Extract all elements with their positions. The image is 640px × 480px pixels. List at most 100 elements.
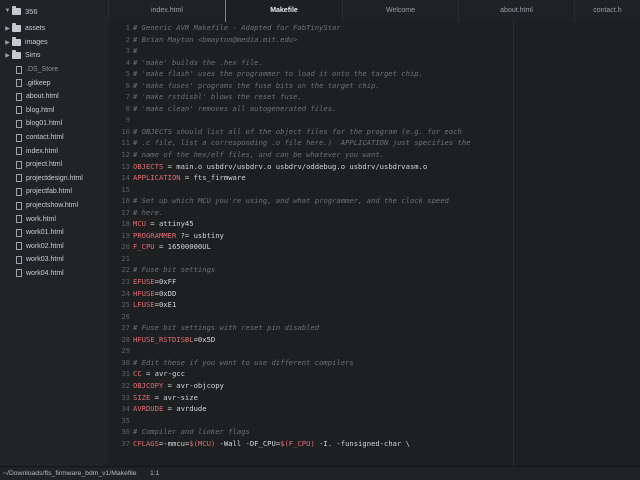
tab-label: Makefile: [270, 7, 298, 14]
code-line[interactable]: # Generic AVR Makefile - Adapted for Fab…: [133, 22, 623, 34]
tab-contact-h[interactable]: contact.h: [574, 0, 640, 22]
file-icon: [16, 255, 22, 264]
tree-file[interactable]: blog.html: [0, 104, 108, 118]
line-number: 2: [125, 34, 130, 44]
tree-file[interactable]: work01.html: [0, 226, 108, 240]
code-line[interactable]: # Set up which MCU you're using, and wha…: [133, 195, 623, 207]
code-line[interactable]: HFUSE_RSTDISBL=0x5D: [133, 334, 623, 346]
code-line[interactable]: # .c file, list a corresponding .o file …: [133, 137, 623, 149]
file-icon: [16, 106, 22, 115]
tree-item-label: about.html: [26, 93, 59, 101]
code-line[interactable]: # Fuse bit settings: [133, 264, 623, 276]
code-line[interactable]: AVRDUDE = avrdude: [133, 403, 623, 415]
code-line[interactable]: CFLAGS=-mmcu=$(MCU) -Wall -DF_CPU=$(F_CP…: [133, 438, 623, 450]
status-file-path[interactable]: ~/Downloads/fts_firmware_bdm_v1/Makefile: [3, 467, 137, 480]
tree-item-label: project.html: [26, 161, 63, 169]
code-line[interactable]: # name of the hex/elf files, and can be …: [133, 149, 623, 161]
code-line[interactable]: # 'make flash' uses the programmer to lo…: [133, 68, 623, 80]
code-line[interactable]: EFUSE=0xFF: [133, 276, 623, 288]
tree-file[interactable]: work.html: [0, 212, 108, 226]
chevron-right-icon[interactable]: ▶: [3, 39, 12, 46]
line-number: 37: [121, 438, 130, 448]
tab-index-html[interactable]: index.html: [108, 0, 225, 22]
code-line[interactable]: MCU = attiny45: [133, 218, 623, 230]
code-line[interactable]: # here.: [133, 207, 623, 219]
file-icon: [16, 174, 22, 183]
code-line[interactable]: OBJECTS = main.o usbdrv/usbdrv.o usbdrv/…: [133, 161, 623, 173]
tree-item-label: projectfab.html: [26, 188, 72, 196]
tree-folder[interactable]: ▶ images: [0, 36, 108, 50]
line-number: 14: [121, 173, 130, 183]
code-line[interactable]: # Brian Mayton <bmayton@media.mit.edu>: [133, 34, 623, 46]
tree-file[interactable]: projectfab.html: [0, 185, 108, 199]
tree-file[interactable]: .gitkeep: [0, 76, 108, 90]
code-line[interactable]: [133, 253, 623, 265]
code-line[interactable]: [133, 311, 623, 323]
tree-file[interactable]: about.html: [0, 90, 108, 104]
tab-about-html[interactable]: about.html: [458, 0, 574, 22]
line-number: 31: [121, 369, 130, 379]
tree-folder[interactable]: ▶ Sims: [0, 49, 108, 63]
code-line[interactable]: # 'make' builds the .hex file.: [133, 57, 623, 69]
tree-file[interactable]: work03.html: [0, 253, 108, 267]
code-line[interactable]: LFUSE=0xE1: [133, 299, 623, 311]
code-line[interactable]: OBJCOPY = avr-objcopy: [133, 380, 623, 392]
tree-item-label: .gitkeep: [26, 79, 51, 87]
code-line[interactable]: [133, 184, 623, 196]
code-line[interactable]: APPLICATION = fts_firmware: [133, 172, 623, 184]
code-line[interactable]: HFUSE=0xDD: [133, 288, 623, 300]
code-editor[interactable]: 1 2 3 4 5 6 7 8 9 10 11 12 13 14 15 16 17 18 19 20 21 22 23 24 2…: [108, 22, 640, 466]
line-number: 27: [121, 323, 130, 333]
line-number: 10: [121, 126, 130, 136]
code-line[interactable]: PROGRAMMER ?= usbtiny: [133, 230, 623, 242]
tree-file[interactable]: projectshow.html: [0, 199, 108, 213]
tree-root-356[interactable]: ▼ 356: [0, 0, 108, 22]
code-line[interactable]: F_CPU = 16500000UL: [133, 241, 623, 253]
tree-file[interactable]: projectdesign.html: [0, 172, 108, 186]
variable-name: SIZE: [133, 392, 151, 402]
status-cursor-position[interactable]: 1:1: [150, 467, 159, 480]
code-line[interactable]: # Compiler and linker flags: [133, 426, 623, 438]
code-line[interactable]: # 'make clean' removes all autogenerated…: [133, 103, 623, 115]
tree-file[interactable]: work02.html: [0, 240, 108, 254]
tab-makefile[interactable]: Makefile: [225, 0, 342, 22]
tree-file[interactable]: .DS_Store: [0, 63, 108, 77]
code-line[interactable]: [133, 345, 623, 357]
variable-name: MCU: [133, 219, 146, 229]
tree-folder[interactable]: ▶ assets: [0, 22, 108, 36]
line-number: 13: [121, 161, 130, 171]
line-number: 4: [125, 57, 130, 67]
line-number-gutter: 1 2 3 4 5 6 7 8 9 10 11 12 13 14 15 16 17 18 19 20 21 22 23 24 2…: [108, 22, 130, 466]
code-line[interactable]: CC = avr-gcc: [133, 368, 623, 380]
code-content[interactable]: # Generic AVR Makefile - Adapted for Fab…: [133, 22, 623, 466]
code-line[interactable]: [133, 415, 623, 427]
tree-file[interactable]: index.html: [0, 144, 108, 158]
code-line[interactable]: SIZE = avr-size: [133, 392, 623, 404]
line-number: 29: [121, 346, 130, 356]
code-line[interactable]: # Fuse bit settings with reset pin disab…: [133, 322, 623, 334]
line-number: 5: [125, 69, 130, 79]
tree-item-label: blog01.html: [26, 120, 63, 128]
variable-name: HFUSE: [133, 288, 155, 298]
code-line[interactable]: # 'make fuses' programs the fuse bits on…: [133, 80, 623, 92]
chevron-right-icon[interactable]: ▶: [3, 25, 12, 32]
code-line[interactable]: # OBJECTS should list all of the object …: [133, 126, 623, 138]
variable-value: = fts_firmware: [180, 173, 246, 183]
variable-value: =0x5D: [193, 334, 216, 344]
code-line[interactable]: #: [133, 45, 623, 57]
tree-file[interactable]: project.html: [0, 158, 108, 172]
variable-value: =0xE1: [154, 300, 177, 310]
chevron-down-icon[interactable]: ▼: [3, 8, 12, 14]
line-number: 26: [121, 311, 130, 321]
line-number: 15: [121, 184, 130, 194]
tab-label: index.html: [151, 7, 183, 14]
line-number: 25: [121, 300, 130, 310]
tree-file[interactable]: work04.html: [0, 267, 108, 281]
code-line[interactable]: # 'make rstdisbl' blows the reset fuse.: [133, 91, 623, 103]
tab-welcome[interactable]: Welcome: [342, 0, 458, 22]
code-line[interactable]: [133, 114, 623, 126]
code-line[interactable]: # Edit these if you want to use differen…: [133, 357, 623, 369]
tree-file[interactable]: blog01.html: [0, 117, 108, 131]
tree-file[interactable]: contact.html: [0, 131, 108, 145]
chevron-right-icon[interactable]: ▶: [3, 52, 12, 59]
